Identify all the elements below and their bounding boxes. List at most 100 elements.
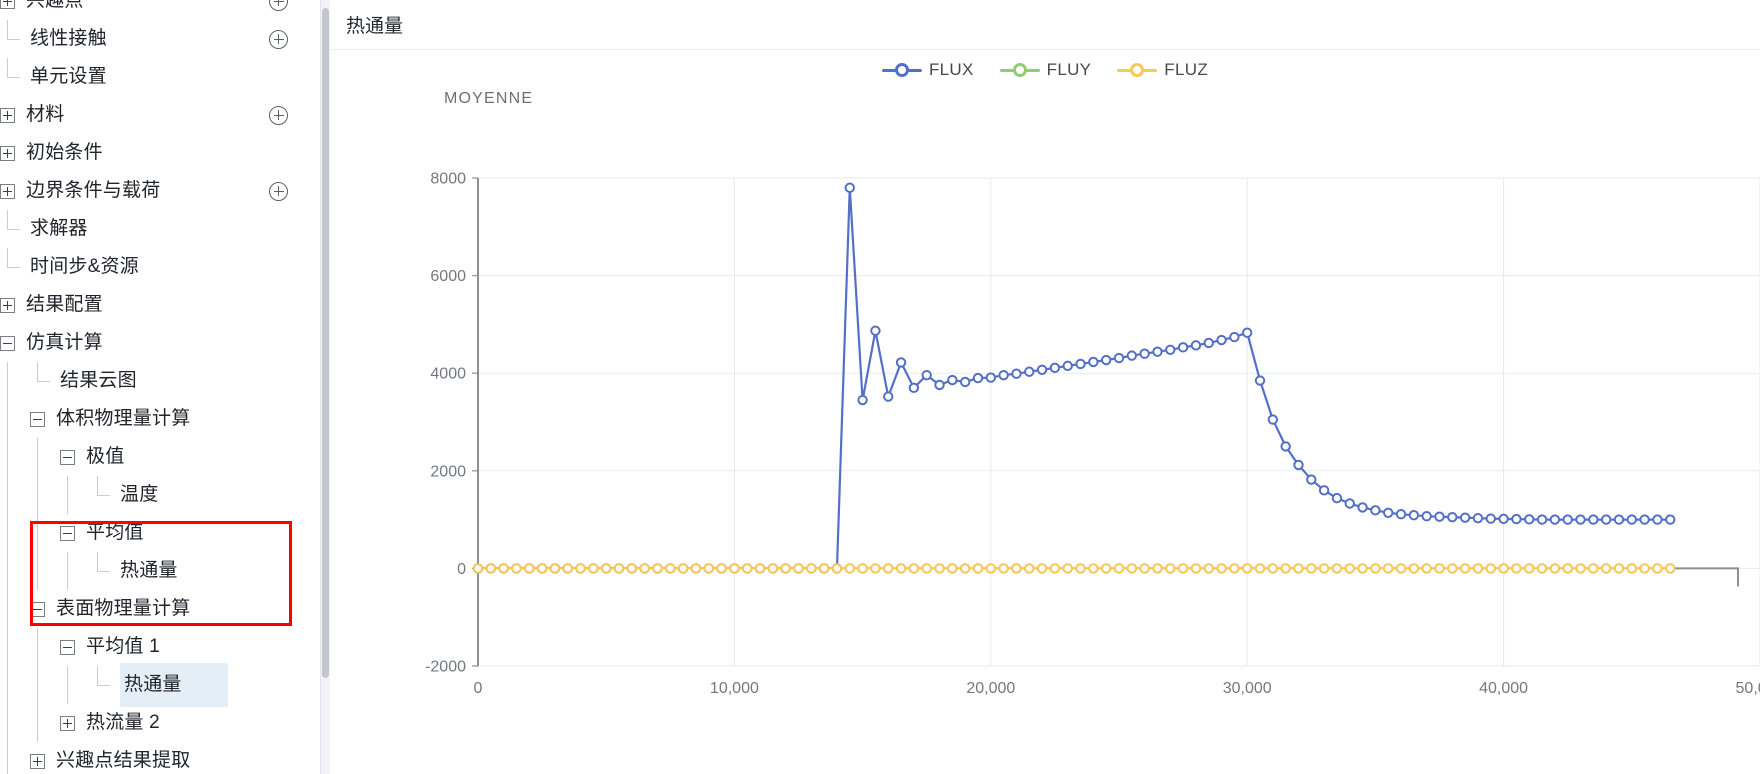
minus-box-icon[interactable] [60,525,75,541]
add-circle-icon[interactable] [269,29,288,49]
data-point[interactable] [1434,511,1445,522]
data-point[interactable] [780,563,791,574]
tree-item-3[interactable]: 材料 [0,96,330,134]
data-point[interactable] [1600,514,1612,525]
data-point[interactable] [1536,563,1548,574]
data-point[interactable] [1062,563,1073,574]
data-point[interactable] [1639,514,1650,525]
data-point[interactable] [1395,563,1407,574]
data-point[interactable] [1139,563,1150,574]
data-point[interactable] [1126,563,1138,574]
data-point[interactable] [1588,514,1599,525]
data-point[interactable] [1511,513,1522,525]
data-point[interactable] [639,563,650,574]
data-point[interactable] [1524,563,1535,574]
data-point[interactable] [934,563,945,574]
data-point[interactable] [1434,563,1445,574]
data-point[interactable] [1139,348,1150,359]
data-point[interactable] [1524,514,1535,525]
data-point[interactable] [793,563,804,574]
data-point[interactable] [1588,563,1599,574]
tree-item-16[interactable]: 表面物理量计算 [0,590,330,628]
data-point[interactable] [1280,441,1291,452]
data-point[interactable] [601,563,612,574]
sidebar-scrollbar-thumb[interactable] [322,8,329,678]
data-point[interactable] [498,563,509,574]
data-point[interactable] [972,563,984,574]
tree-item-18[interactable]: 热通量 [0,663,330,707]
data-point[interactable] [588,563,599,574]
data-point[interactable] [1100,354,1112,366]
data-point[interactable] [1498,563,1509,574]
data-point[interactable] [1383,563,1394,574]
data-point[interactable] [1280,563,1291,574]
minus-box-icon[interactable] [60,639,75,655]
data-point[interactable] [1357,502,1368,513]
tree-item-19[interactable]: 热流量 2 [0,704,330,742]
data-point[interactable] [652,563,663,574]
tree-item-6[interactable]: 求解器 [0,210,330,248]
data-point[interactable] [1575,563,1586,574]
data-point[interactable] [575,563,586,574]
data-point[interactable] [1562,563,1573,574]
data-point[interactable] [818,563,830,574]
data-point[interactable] [1536,514,1548,525]
data-point[interactable] [1626,563,1638,574]
data-point[interactable] [1242,327,1253,338]
data-point[interactable] [665,563,676,574]
data-point[interactable] [716,563,727,574]
data-point[interactable] [1447,511,1458,523]
data-point[interactable] [1613,514,1625,525]
data-point[interactable] [947,374,958,386]
data-point[interactable] [1036,364,1048,375]
data-point[interactable] [972,372,984,384]
tree-item-2[interactable]: 单元设置 [0,58,330,96]
data-point[interactable] [921,369,932,381]
data-point[interactable] [1498,513,1509,525]
data-point[interactable] [1549,514,1561,525]
data-point[interactable] [1665,563,1676,574]
plus-box-icon[interactable] [30,753,45,769]
tree-item-20[interactable]: 兴趣点结果提取 [0,742,330,774]
data-point[interactable] [1088,356,1099,368]
data-point[interactable] [1088,563,1099,574]
data-point[interactable] [1036,563,1048,574]
data-point[interactable] [1190,563,1202,574]
data-point[interactable] [1408,510,1420,521]
data-point[interactable] [1600,563,1612,574]
data-point[interactable] [998,563,1009,574]
data-point[interactable] [1549,563,1561,574]
data-point[interactable] [524,563,535,574]
data-point[interactable] [1331,563,1343,574]
data-point[interactable] [959,376,971,388]
data-point[interactable] [1408,563,1420,574]
data-point[interactable] [1293,563,1304,574]
tree-item-17[interactable]: 平均值 1 [0,628,330,666]
data-point[interactable] [690,563,702,574]
tree-item-8[interactable]: 结果配置 [0,286,330,324]
data-point[interactable] [1665,514,1676,525]
data-point[interactable] [1293,459,1304,471]
add-circle-icon[interactable] [269,0,288,11]
data-point[interactable] [1575,514,1586,525]
data-point[interactable] [1011,368,1022,379]
data-point[interactable] [1113,352,1125,364]
data-point[interactable] [857,394,868,406]
data-point[interactable] [1485,563,1496,574]
add-circle-icon[interactable] [269,105,288,125]
data-point[interactable] [1177,342,1189,353]
data-point[interactable] [562,563,573,574]
data-point[interactable] [1383,507,1394,518]
data-point[interactable] [1177,563,1189,574]
data-point[interactable] [1472,563,1484,574]
data-point[interactable] [998,369,1009,381]
data-point[interactable] [1370,563,1381,574]
data-point[interactable] [1267,414,1279,425]
tree-item-13[interactable]: 温度 [0,476,330,514]
data-point[interactable] [1652,514,1663,525]
data-point[interactable] [1357,563,1368,574]
data-point[interactable] [1049,362,1061,374]
plus-box-icon[interactable] [60,715,75,731]
data-point[interactable] [729,563,740,574]
data-point[interactable] [1331,492,1343,504]
